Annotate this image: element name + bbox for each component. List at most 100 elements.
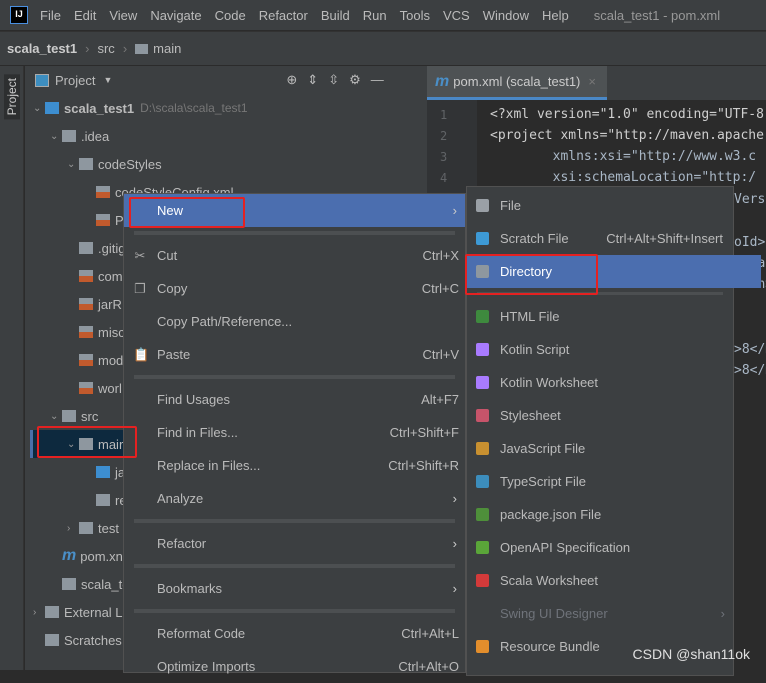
chevron-right-icon: › xyxy=(452,203,457,218)
menu-tools[interactable]: Tools xyxy=(400,8,430,23)
menu-item-replace-in-files[interactable]: Replace in Files... Ctrl+Shift+R xyxy=(124,449,465,482)
tab-pom-xml[interactable]: m pom.xml (scala_test1) × xyxy=(427,66,607,100)
shortcut: Ctrl+X xyxy=(422,248,459,263)
code-line[interactable]: xmlns:xsi="http://www.w3.c xyxy=(490,149,766,164)
menu-item-optimize-imports[interactable]: Optimize Imports Ctrl+Alt+O xyxy=(124,650,465,683)
menu-item-label: TypeScript File xyxy=(500,474,586,489)
menu-view[interactable]: View xyxy=(109,8,137,23)
menu-item-analyze[interactable]: Analyze › xyxy=(124,482,465,515)
menu-separator xyxy=(134,375,455,379)
code-line[interactable]: <project xmlns="http://maven.apache xyxy=(490,128,766,143)
tree-item[interactable]: ⌄ codeStyles xyxy=(67,152,162,176)
menu-help[interactable]: Help xyxy=(542,8,569,23)
tree-item[interactable]: ⌄ scala_test1 D:\scala\scala_test1 xyxy=(33,96,248,120)
tree-item[interactable]: › External Li xyxy=(33,600,125,624)
menu-item-kotlin-worksheet[interactable]: Kotlin Worksheet xyxy=(467,366,733,399)
tree-item[interactable]: ⌄ .idea xyxy=(50,124,109,148)
menu-item-scratch-file[interactable]: Scratch File Ctrl+Alt+Shift+Insert xyxy=(467,222,733,255)
project-view-selector[interactable]: Project xyxy=(55,73,95,88)
tree-item[interactable]: jarR xyxy=(67,292,122,316)
locate-icon[interactable]: ⊕ xyxy=(286,72,307,87)
tree-item[interactable]: misc xyxy=(67,320,125,344)
menu-item-openapi-specification[interactable]: OpenAPI Specification xyxy=(467,531,733,564)
tree-item[interactable]: › test xyxy=(67,516,119,540)
xml-icon xyxy=(79,298,93,310)
menu-vcs[interactable]: VCS xyxy=(443,8,470,23)
xml-icon xyxy=(96,186,110,198)
tree-item-label: com xyxy=(98,268,123,284)
chevron-down-icon[interactable]: ⌄ xyxy=(67,159,79,170)
code-line[interactable]: xsi:schemaLocation="http:/ xyxy=(490,170,766,185)
menu-item-javascript-file[interactable]: JavaScript File xyxy=(467,432,733,465)
expand-all-icon[interactable]: ⇕ xyxy=(307,72,328,87)
breadcrumb-main[interactable]: main xyxy=(153,41,181,56)
gear-icon[interactable]: ⚙ xyxy=(349,72,371,87)
tree-item[interactable]: .gitig xyxy=(67,236,125,260)
chevron-down-icon[interactable]: ▼ xyxy=(103,75,112,85)
menu-item-reformat-code[interactable]: Reformat Code Ctrl+Alt+L xyxy=(124,617,465,650)
chevron-down-icon[interactable]: ⌄ xyxy=(50,411,62,422)
menu-run[interactable]: Run xyxy=(363,8,387,23)
tree-item[interactable]: ⌄ src xyxy=(50,404,98,428)
tree-item-label: test xyxy=(98,520,119,536)
menu-item-package-json-file[interactable]: package.json File xyxy=(467,498,733,531)
chevron-right-icon[interactable]: › xyxy=(33,607,45,618)
tree-item[interactable]: re xyxy=(84,488,127,512)
chevron-down-icon[interactable]: ⌄ xyxy=(33,103,45,114)
close-icon[interactable]: × xyxy=(588,74,596,89)
code-line[interactable]: <?xml version="1.0" encoding="UTF-8 xyxy=(490,107,766,122)
menu-bar: IJ File Edit View Navigate Code Refactor Build… xyxy=(0,0,766,30)
tree-item[interactable]: m pom.xn xyxy=(50,544,123,568)
folder-icon xyxy=(96,494,110,506)
menu-item-refactor[interactable]: Refactor › xyxy=(124,527,465,560)
menu-window[interactable]: Window xyxy=(483,8,529,23)
menu-item-find-in-files[interactable]: Find in Files... Ctrl+Shift+F xyxy=(124,416,465,449)
tree-item[interactable]: worl xyxy=(67,376,122,400)
menu-item-label: HTML File xyxy=(500,309,560,324)
menu-separator xyxy=(134,564,455,568)
menu-item-copy-path-reference[interactable]: Copy Path/Reference... xyxy=(124,305,465,338)
tree-item[interactable]: Scratches xyxy=(33,628,122,652)
code-fragment: >8</m xyxy=(734,363,766,378)
tree-item[interactable]: ja xyxy=(84,460,125,484)
menu-item-stylesheet[interactable]: Stylesheet xyxy=(467,399,733,432)
menu-item-kotlin-script[interactable]: Kotlin Script xyxy=(467,333,733,366)
menu-item-file[interactable]: File xyxy=(467,189,733,222)
breadcrumb-src[interactable]: src xyxy=(97,41,114,56)
menu-item-copy[interactable]: ❐ Copy Ctrl+C xyxy=(124,272,465,305)
chevron-right-icon[interactable]: › xyxy=(67,523,79,534)
tool-window-strip: Project xyxy=(0,66,24,670)
menu-item-html-file[interactable]: HTML File xyxy=(467,300,733,333)
breadcrumb-project[interactable]: scala_test1 xyxy=(7,41,77,56)
menu-item-cut[interactable]: ✂ Cut Ctrl+X xyxy=(124,239,465,272)
annotation-box xyxy=(465,254,598,295)
menu-item-bookmarks[interactable]: Bookmarks › xyxy=(124,572,465,605)
chevron-down-icon[interactable]: ⌄ xyxy=(50,131,62,142)
menu-item-find-usages[interactable]: Find Usages Alt+F7 xyxy=(124,383,465,416)
tree-item[interactable]: com xyxy=(67,264,123,288)
folder-icon xyxy=(79,522,93,534)
menu-code[interactable]: Code xyxy=(215,8,246,23)
menu-item-typescript-file[interactable]: TypeScript File xyxy=(467,465,733,498)
tree-item[interactable]: mod xyxy=(67,348,123,372)
menu-item-scala-worksheet[interactable]: Scala Worksheet xyxy=(467,564,733,597)
menu-edit[interactable]: Edit xyxy=(74,8,96,23)
menu-navigate[interactable]: Navigate xyxy=(150,8,201,23)
tree-item[interactable]: scala_te xyxy=(50,572,129,596)
resource-bundle-icon xyxy=(476,640,489,653)
menu-item-paste[interactable]: 📋 Paste Ctrl+V xyxy=(124,338,465,371)
line-number: 3 xyxy=(440,150,448,164)
menu-item-swing-ui-designer: Swing UI Designer › xyxy=(467,597,733,630)
menu-item-label: Bookmarks xyxy=(157,581,223,596)
tree-item[interactable]: P xyxy=(84,208,124,232)
project-tool-window-button[interactable]: Project xyxy=(4,74,20,120)
chevron-right-icon: › xyxy=(720,606,725,621)
breadcrumb: scala_test1 › src › main xyxy=(0,31,766,65)
collapse-all-icon[interactable]: ⇳ xyxy=(328,72,349,87)
minimize-icon[interactable]: — xyxy=(371,72,394,87)
menu-item-label: Kotlin Script xyxy=(500,342,570,357)
menu-file[interactable]: File xyxy=(40,8,61,23)
menu-build[interactable]: Build xyxy=(321,8,350,23)
menu-refactor[interactable]: Refactor xyxy=(259,8,308,23)
shortcut: Ctrl+V xyxy=(422,347,459,362)
